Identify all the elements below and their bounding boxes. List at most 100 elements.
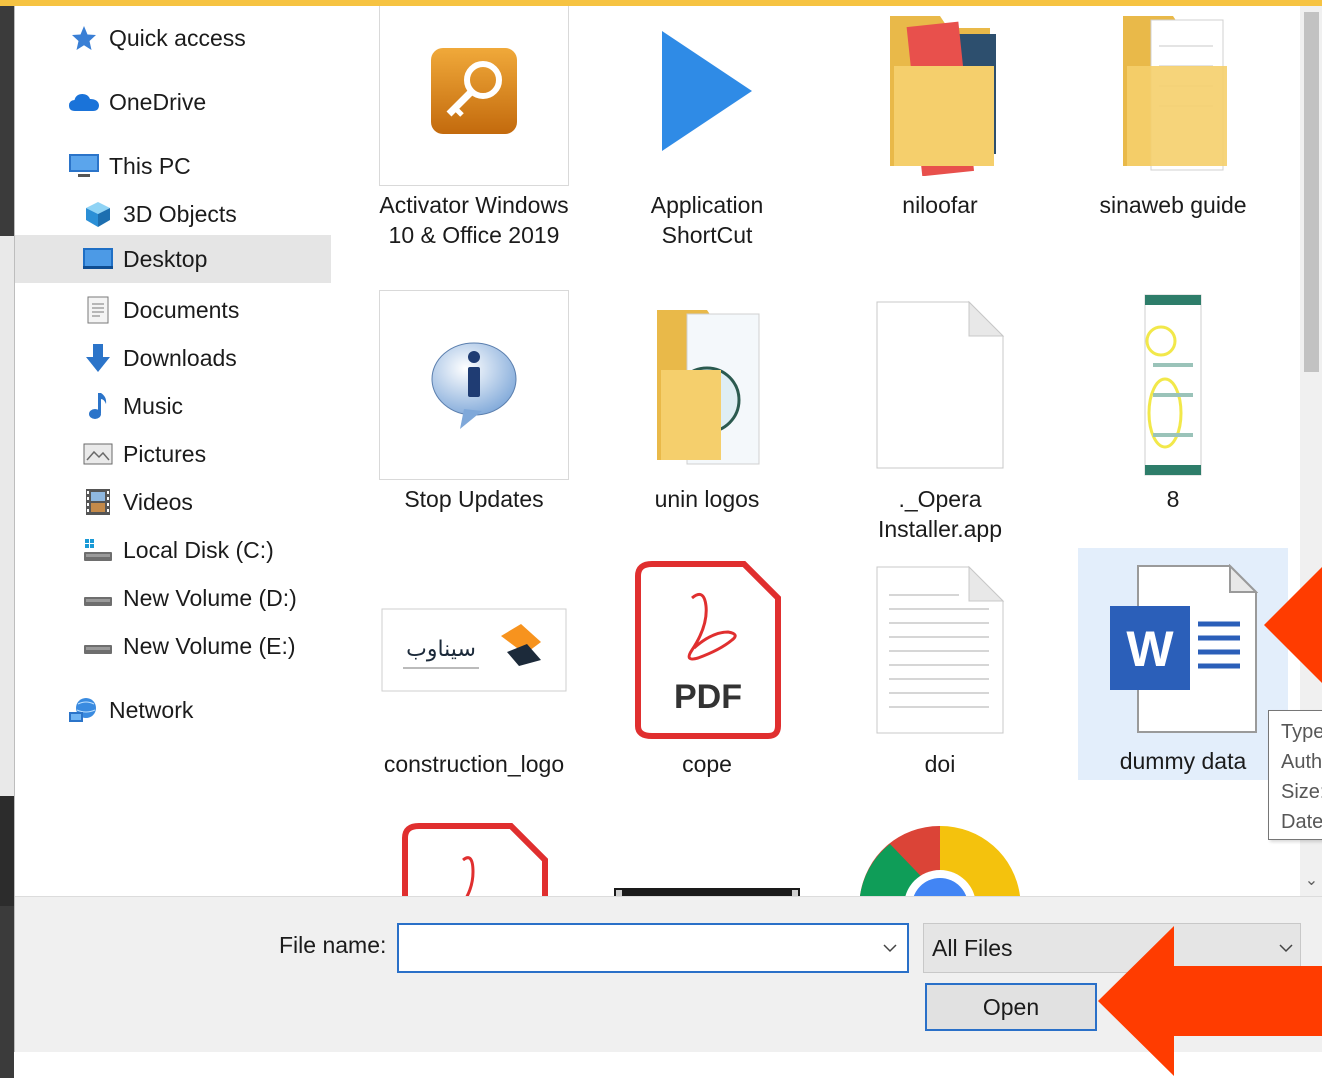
logo-wordmark: سیناوب [406, 637, 476, 662]
scrollbar-thumb[interactable] [1304, 12, 1319, 372]
navigation-pane: Quick access OneDrive This PC 3D Objects… [15, 6, 345, 896]
file-name-combobox[interactable] [397, 923, 909, 973]
file-name-input[interactable] [399, 925, 873, 971]
nav-item-label: Network [109, 696, 194, 723]
nav-item-music[interactable]: Music [81, 382, 183, 430]
nav-item-quick-access[interactable]: Quick access [67, 14, 246, 62]
star-icon [67, 23, 101, 53]
file-name: Application ShortCut [650, 192, 764, 248]
nav-item-label: Videos [123, 488, 193, 515]
play-triangle-icon [612, 6, 802, 186]
file-name: dummy data [1119, 748, 1247, 774]
text-file-icon [845, 555, 1035, 745]
pictures-icon [81, 439, 115, 469]
tooltip-size: Size: [1281, 781, 1322, 803]
cloud-icon [67, 87, 101, 117]
annotation-arrow-icon [1098, 926, 1322, 1076]
network-icon [67, 695, 101, 725]
nav-item-onedrive[interactable]: OneDrive [67, 78, 206, 126]
nav-item-label: Documents [123, 296, 240, 323]
file-info-tooltip: Type Auth Size: Date [1268, 710, 1322, 840]
nav-item-desktop[interactable]: Desktop [15, 235, 331, 283]
nav-item-label: This PC [109, 152, 191, 179]
file-item-cope[interactable]: PDF cope [602, 555, 812, 779]
nav-item-documents[interactable]: Documents [81, 286, 239, 334]
file-item-sinaweb-guide[interactable]: sinaweb guide [1068, 6, 1278, 220]
nav-item-videos[interactable]: Videos [81, 478, 193, 526]
nav-item-label: Local Disk (C:) [123, 536, 274, 563]
film-icon [81, 487, 115, 517]
background-window-edge [0, 6, 14, 1078]
background-window-band [0, 236, 14, 796]
file-name: Activator Windows 10 & Office 2019 [379, 192, 569, 248]
file-view: Activator Windows 10 & Office 2019 Appli… [345, 6, 1300, 896]
nav-item-label: New Volume (E:) [123, 632, 296, 659]
nav-item-network[interactable]: Network [67, 686, 193, 734]
file-item-stop-updates[interactable]: Stop Updates [369, 290, 579, 514]
file-name: ._Opera Installer.app [877, 486, 1003, 542]
image-thumbnail-icon [1078, 290, 1268, 480]
scroll-down-arrow-icon[interactable]: ⌄ [1300, 868, 1322, 892]
blank-file-icon [845, 290, 1035, 480]
file-name: Stop Updates [404, 486, 544, 512]
file-name: cope [682, 751, 732, 777]
info-bubble-icon [379, 290, 569, 480]
open-button[interactable]: Open [925, 983, 1097, 1031]
file-item-opera-installer[interactable]: ._Opera Installer.app [835, 290, 1045, 544]
tooltip-author: Auth [1281, 751, 1322, 773]
file-item-niloofar[interactable]: niloofar [835, 6, 1045, 220]
nav-item-label: New Volume (D:) [123, 584, 297, 611]
documents-icon [81, 295, 115, 325]
logo-thumbnail-icon: سیناوب [379, 555, 569, 745]
tooltip-date: Date [1281, 811, 1322, 833]
chevron-down-icon[interactable] [873, 925, 907, 971]
file-type-filter-value: All Files [932, 934, 1013, 961]
file-item-dummy-data[interactable]: W dummy data [1078, 548, 1288, 780]
file-item-application-shortcut[interactable]: Application ShortCut [602, 6, 812, 250]
image-thumbnail-icon [612, 820, 802, 896]
nav-item-label: Music [123, 392, 184, 419]
file-item-pdf-partial[interactable] [369, 820, 579, 896]
folder-icon [845, 6, 1035, 186]
chrome-icon [845, 820, 1035, 896]
pdf-icon [379, 820, 569, 896]
nav-item-label: Quick access [109, 24, 246, 51]
nav-item-local-disk-c[interactable]: Local Disk (C:) [81, 526, 274, 574]
nav-item-3d-objects[interactable]: 3D Objects [81, 190, 237, 238]
nav-item-label: Desktop [123, 245, 208, 272]
word-doc-icon: W [1088, 548, 1278, 742]
file-item-unin-logos[interactable]: unin logos [602, 290, 812, 514]
nav-item-new-volume-e[interactable]: New Volume (E:) [81, 622, 296, 670]
file-name: unin logos [654, 486, 760, 512]
nav-item-label: Downloads [123, 344, 237, 371]
computer-icon [67, 151, 101, 181]
nav-item-label: OneDrive [109, 88, 207, 115]
file-item-image-partial[interactable] [602, 820, 812, 896]
nav-item-downloads[interactable]: Downloads [81, 334, 237, 382]
drive-icon [81, 583, 115, 613]
file-item-doi[interactable]: doi [835, 555, 1045, 779]
folder-icon [612, 290, 802, 480]
background-window-band-dark [0, 796, 14, 906]
desktop-icon [81, 244, 115, 274]
file-item-chrome-partial[interactable] [835, 820, 1045, 896]
key-app-icon [379, 6, 569, 186]
nav-item-new-volume-d[interactable]: New Volume (D:) [81, 574, 297, 622]
file-item-activator[interactable]: Activator Windows 10 & Office 2019 [369, 6, 579, 250]
open-file-dialog: Quick access OneDrive This PC 3D Objects… [14, 6, 1322, 1052]
nav-item-this-pc[interactable]: This PC [67, 142, 191, 190]
word-badge: W [1126, 621, 1174, 677]
local-disk-icon [81, 535, 115, 565]
file-name: doi [924, 751, 956, 777]
file-item-construction-logo[interactable]: سیناوب construction_logo [369, 555, 579, 779]
file-name: sinaweb guide [1099, 192, 1247, 218]
file-name: construction_logo [383, 751, 565, 777]
file-name-label: File name: [279, 932, 387, 958]
nav-item-pictures[interactable]: Pictures [81, 430, 206, 478]
nav-item-label: 3D Objects [123, 200, 237, 227]
pdf-icon: PDF [612, 555, 802, 745]
pdf-badge: PDF [674, 678, 742, 716]
file-item-8[interactable]: 8 [1068, 290, 1278, 514]
drive-icon [81, 631, 115, 661]
nav-item-label: Pictures [123, 440, 207, 467]
